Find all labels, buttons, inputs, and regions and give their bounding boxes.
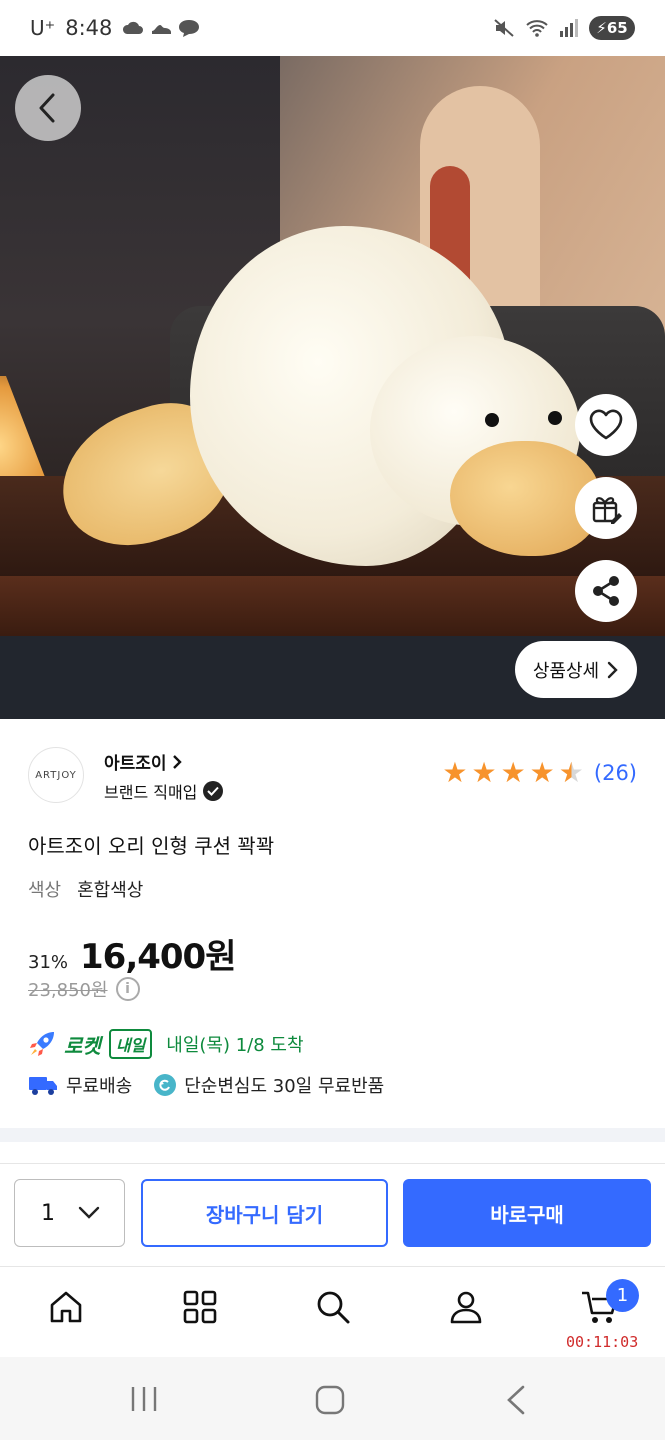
nav-category[interactable]	[180, 1287, 220, 1327]
chevron-down-icon	[78, 1206, 100, 1219]
search-icon	[317, 1291, 350, 1324]
product-detail-button[interactable]: 상품상세	[515, 641, 637, 698]
sale-price: 16,400원	[80, 937, 236, 977]
info-icon[interactable]: i	[115, 977, 140, 1001]
chat-bubble-icon	[179, 20, 200, 37]
product-image-carousel[interactable]	[0, 56, 665, 719]
option-row: 색상 혼합색상	[28, 876, 143, 902]
chevron-right-icon	[173, 755, 183, 769]
brand-logo-text: ARTJOY	[35, 769, 77, 781]
status-bar: U⁺ 8:48 ⚡ 65	[0, 0, 665, 56]
verified-check-icon	[203, 781, 224, 801]
review-count[interactable]: (26)	[594, 761, 637, 785]
original-price: 23,850원	[28, 980, 108, 1001]
duck-plush-eye	[548, 411, 562, 425]
nav-my-account[interactable]	[446, 1287, 486, 1327]
gift-edit-icon	[592, 497, 622, 524]
shoe-icon	[152, 25, 172, 34]
product-info-section: ARTJOY 아트조이 브랜드 직매입 ★ ★ ★ ★ ★ (26) 아트조이 …	[0, 719, 665, 1129]
rocket-icon	[30, 1032, 54, 1056]
system-back-button[interactable]	[505, 1385, 527, 1419]
notification-icons	[122, 19, 200, 37]
system-navigation-bar	[0, 1357, 665, 1440]
brand-logo[interactable]: ARTJOY	[28, 747, 84, 803]
naeil-badge: 내일	[108, 1029, 153, 1059]
duck-plush-eye	[485, 413, 499, 427]
home-button[interactable]	[315, 1385, 345, 1419]
discount-rate: 31%	[28, 952, 69, 973]
home-icon	[50, 1291, 82, 1323]
price-row: 31% 16,400원	[28, 929, 237, 978]
rocket-delivery-row: 로켓 내일 내일(목) 1/8 도착	[28, 1029, 304, 1059]
delivery-truck-icon	[29, 1077, 57, 1095]
back-button[interactable]	[15, 75, 81, 141]
home-square-icon	[315, 1385, 345, 1415]
back-arrow-icon	[507, 1385, 525, 1415]
gift-button[interactable]	[575, 477, 637, 539]
carrier-label: U⁺	[30, 16, 56, 40]
star-half-icon: ★	[558, 756, 584, 789]
original-price-row: 23,850원 i	[28, 976, 140, 1002]
wishlist-button[interactable]	[575, 394, 637, 456]
product-title: 아트조이 오리 인형 쿠션 꽉꽉	[28, 834, 275, 858]
image-table-edge	[0, 576, 665, 636]
brand-tag-label: 브랜드 직매입	[104, 783, 198, 802]
mute-icon	[494, 19, 514, 37]
heart-icon	[589, 409, 623, 440]
cart-timer: 00:11:03	[566, 1333, 639, 1351]
recent-apps-icon	[131, 1387, 157, 1411]
buy-now-button[interactable]: 바로구매	[403, 1179, 651, 1247]
divider-line	[0, 1163, 665, 1164]
wifi-icon	[526, 20, 548, 37]
quantity-value: 1	[41, 1200, 55, 1226]
option-label: 색상	[28, 880, 62, 901]
share-button[interactable]	[575, 560, 637, 622]
star-full-icon: ★	[442, 756, 468, 789]
product-detail-label: 상품상세	[532, 660, 600, 682]
rating-summary[interactable]: ★ ★ ★ ★ ★ (26)	[442, 759, 637, 787]
free-shipping-label: 무료배송	[66, 1076, 133, 1097]
star-full-icon: ★	[471, 756, 497, 789]
grid-icon	[183, 1290, 217, 1324]
brand-name: 아트조이	[104, 754, 167, 774]
return-icon	[154, 1074, 177, 1096]
rocket-label: 로켓	[64, 1033, 101, 1058]
star-full-icon: ★	[529, 756, 555, 789]
signal-icon	[560, 19, 578, 37]
cloud-icon	[123, 21, 144, 34]
brand-name-link[interactable]: 아트조이	[104, 749, 183, 774]
chevron-right-icon	[607, 661, 618, 678]
user-icon	[450, 1291, 482, 1324]
option-value: 혼합색상	[77, 880, 144, 901]
section-divider	[0, 1128, 665, 1142]
shipping-row: 무료배송 단순변심도 30일 무료반품	[28, 1072, 384, 1098]
clock: 8:48	[65, 16, 113, 40]
star-full-icon: ★	[500, 756, 526, 789]
brand-direct-tag: 브랜드 직매입	[104, 779, 224, 803]
battery-indicator: ⚡ 65	[589, 16, 635, 40]
free-return-label: 단순변심도 30일 무료반품	[184, 1076, 385, 1097]
arrival-date: 내일(목) 1/8 도착	[166, 1035, 304, 1056]
recent-apps-button[interactable]	[130, 1385, 158, 1417]
add-to-cart-button[interactable]: 장바구니 담기	[141, 1179, 388, 1247]
chevron-left-icon	[39, 93, 55, 123]
battery-level: 65	[606, 19, 628, 37]
quantity-select[interactable]: 1	[14, 1179, 125, 1247]
nav-search[interactable]	[313, 1287, 353, 1327]
cart-count-badge: 1	[606, 1279, 639, 1312]
share-icon	[593, 576, 619, 606]
nav-home[interactable]	[46, 1287, 86, 1327]
